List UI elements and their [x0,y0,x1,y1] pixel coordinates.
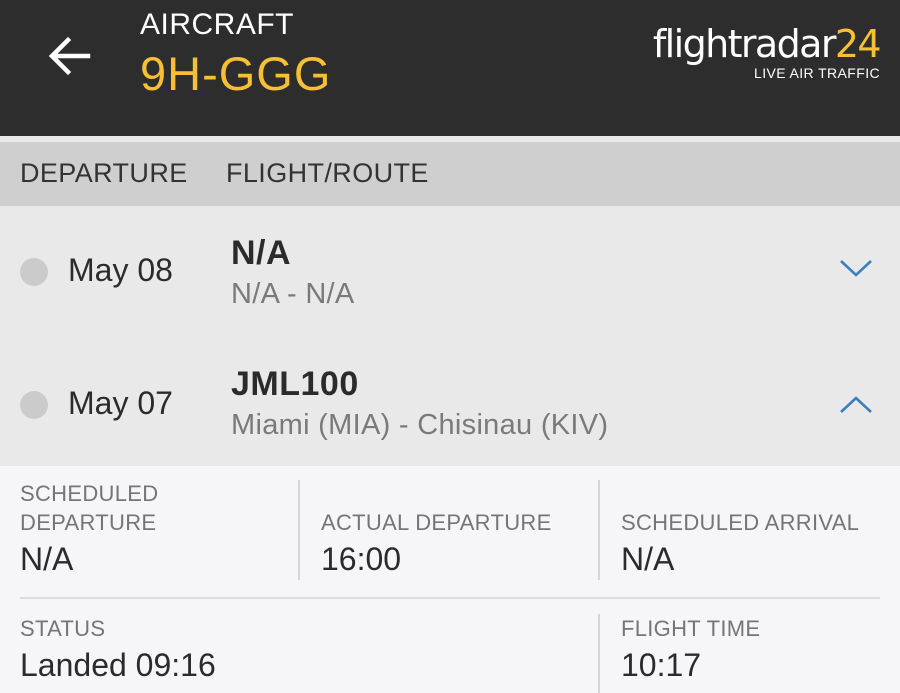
flight-row-toggle[interactable]: JML100 Miami (MIA) - Chisinau (KIV) [206,341,900,465]
chevron-up-icon[interactable] [838,393,874,417]
flight-row: May 08 N/A N/A - N/A [0,210,900,334]
flight-details-panel: SCHEDULED DEPARTURE N/A ACTUAL DEPARTURE… [0,466,900,693]
scheduled-departure-cell: SCHEDULED DEPARTURE N/A [20,479,158,578]
row-divider [20,597,880,599]
column-divider [598,614,600,693]
column-divider [298,480,300,580]
status-cell: STATUS Landed 09:16 [20,614,216,684]
back-button[interactable] [42,28,98,84]
flight-route: N/A - N/A [231,278,355,310]
flight-row-toggle[interactable]: N/A N/A - N/A [206,210,900,334]
scheduled-arrival-label: SCHEDULED ARRIVAL [621,510,860,535]
flight-row: May 07 JML100 Miami (MIA) - Chisinau (KI… [0,341,900,465]
flight-route: Miami (MIA) - Chisinau (KIV) [231,409,609,441]
logo-text: flightradar [652,22,837,66]
arrow-left-icon [48,36,91,76]
actual-departure-label: ACTUAL DEPARTURE [321,510,552,535]
scheduled-arrival-cell: SCHEDULED ARRIVAL N/A [621,508,859,578]
flight-number: JML100 [231,365,359,403]
flight-row-date-cell: May 08 [0,210,200,334]
status-label: STATUS [20,616,106,641]
status-dot-icon [20,258,48,286]
flight-time-label: FLIGHT TIME [621,616,761,641]
status-dot-icon [20,391,48,419]
scheduled-departure-label: SCHEDULED DEPARTURE [20,481,159,535]
column-headers: DEPARTURE FLIGHT/ROUTE [0,142,900,206]
flight-date: May 08 [68,252,173,288]
flight-time-value: 10:17 [621,647,702,683]
actual-departure-value: 16:00 [321,541,402,577]
scheduled-departure-value: N/A [20,541,74,577]
column-header-departure: DEPARTURE [20,158,188,188]
actual-departure-cell: ACTUAL DEPARTURE 16:00 [321,508,552,578]
column-divider [598,480,600,580]
page-label: AIRCRAFT [140,8,294,41]
flight-date: May 07 [68,385,173,421]
scheduled-arrival-value: N/A [621,541,675,577]
flightradar24-logo: flightradar24 LIVE AIR TRAFFIC [652,22,882,81]
flight-number: N/A [231,234,292,272]
logo-number: 24 [834,22,882,66]
flight-time-cell: FLIGHT TIME 10:17 [621,614,760,684]
chevron-down-icon[interactable] [838,256,874,280]
app-header: AIRCRAFT 9H-GGG flightradar24 LIVE AIR T… [0,0,900,136]
aircraft-registration: 9H-GGG [140,47,332,100]
status-value: Landed 09:16 [20,647,216,683]
column-header-flight-route: FLIGHT/ROUTE [226,158,429,188]
logo-tagline: LIVE AIR TRAFFIC [754,65,880,81]
flight-row-date-cell: May 07 [0,341,200,465]
